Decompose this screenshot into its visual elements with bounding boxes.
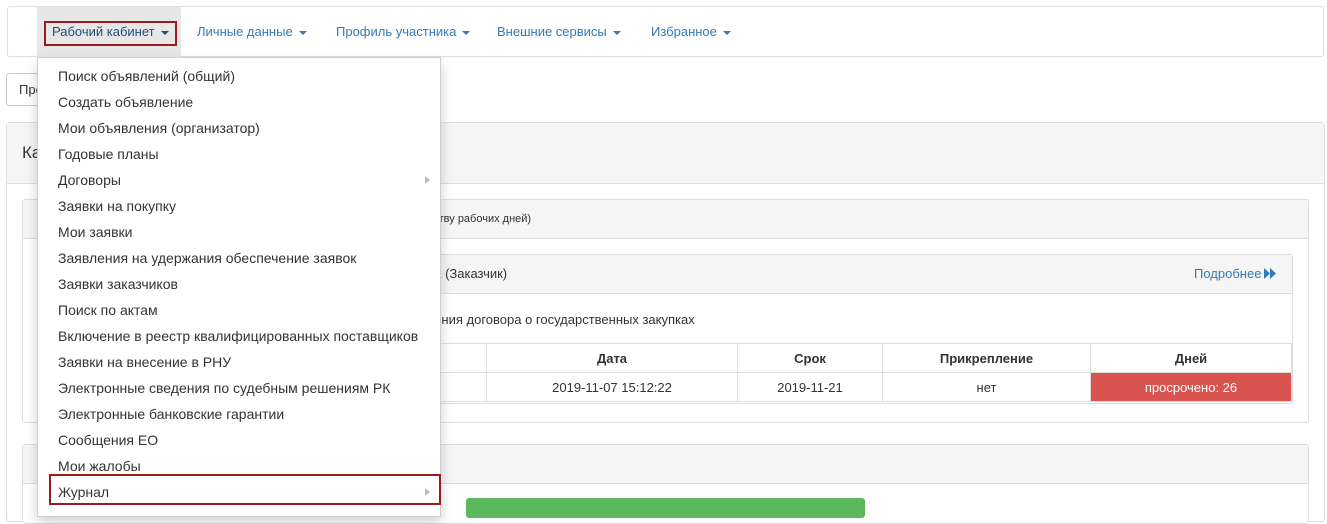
menu-item-my-announcements[interactable]: Мои объявления (организатор) (58, 115, 260, 141)
chevron-down-icon (612, 30, 621, 35)
menu-item-bank-guarantees[interactable]: Электронные банковские гарантии (58, 401, 284, 427)
chevron-down-icon (722, 30, 731, 35)
nav-external-services-menu[interactable]: Внешние сервисы (497, 22, 621, 42)
chevron-down-icon (298, 30, 307, 35)
menu-item-rnu-requests[interactable]: Заявки на внесение в РНУ (58, 349, 231, 375)
nav-participant-profile-label: Профиль участника (336, 24, 457, 39)
contract-description: нения договора о государственных закупка… (427, 312, 695, 327)
submenu-arrow-icon (425, 176, 430, 184)
table-header-attachment: Прикрепление (882, 343, 1091, 373)
menu-item-annual-plans[interactable]: Годовые планы (58, 141, 159, 167)
nav-participant-profile-menu[interactable]: Профиль участника (336, 22, 471, 42)
menu-item-qualified-suppliers[interactable]: Включение в реестр квалифицированных пос… (58, 323, 418, 349)
chevron-down-icon (462, 30, 471, 35)
more-link[interactable]: Подробнее (1194, 266, 1277, 281)
nav-personal-data-label: Личные данные (197, 24, 293, 39)
menu-item-contracts[interactable]: Договоры (58, 167, 121, 193)
menu-item-court-decisions[interactable]: Электронные сведения по судебным решения… (58, 375, 390, 401)
table-cell-attachment: нет (882, 372, 1091, 402)
nav-favorites-label: Избранное (651, 24, 717, 39)
menu-item-eo-messages[interactable]: Сообщения ЕО (58, 427, 158, 453)
menu-item-security-withholding[interactable]: Заявления на удержания обеспечение заяво… (58, 245, 356, 271)
nav-favorites-menu[interactable]: Избранное (651, 22, 731, 42)
highlight-box-workspace (44, 21, 177, 46)
menu-item-search-announcements[interactable]: Поиск объявлений (общий) (58, 63, 235, 89)
table-cell-date: 2019-11-07 15:12:22 (486, 372, 738, 402)
table-header-deadline: Срок (737, 343, 883, 373)
menu-item-my-requests[interactable]: Мои заявки (58, 219, 132, 245)
highlight-box-journal (49, 474, 441, 505)
menu-item-purchase-requests[interactable]: Заявки на покупку (58, 193, 176, 219)
nav-external-services-label: Внешние сервисы (497, 24, 607, 39)
nav-personal-data-menu[interactable]: Личные данные (197, 22, 307, 42)
table-header-date: Дата (486, 343, 738, 373)
table-header-days: Дней (1090, 343, 1292, 373)
table-cell-days-overdue: просрочено: 26 (1090, 372, 1292, 402)
menu-item-search-acts[interactable]: Поиск по актам (58, 297, 158, 323)
menu-item-create-announcement[interactable]: Создать объявление (58, 89, 193, 115)
table-cell-deadline: 2019-11-21 (737, 372, 883, 402)
deadlines-note: еству рабочих дней) (427, 213, 532, 225)
double-chevron-right-icon (1264, 268, 1277, 279)
green-action-button[interactable] (466, 498, 865, 518)
more-link-label: Подробнее (1194, 266, 1262, 281)
menu-item-customer-requests[interactable]: Заявки заказчиков (58, 271, 178, 297)
